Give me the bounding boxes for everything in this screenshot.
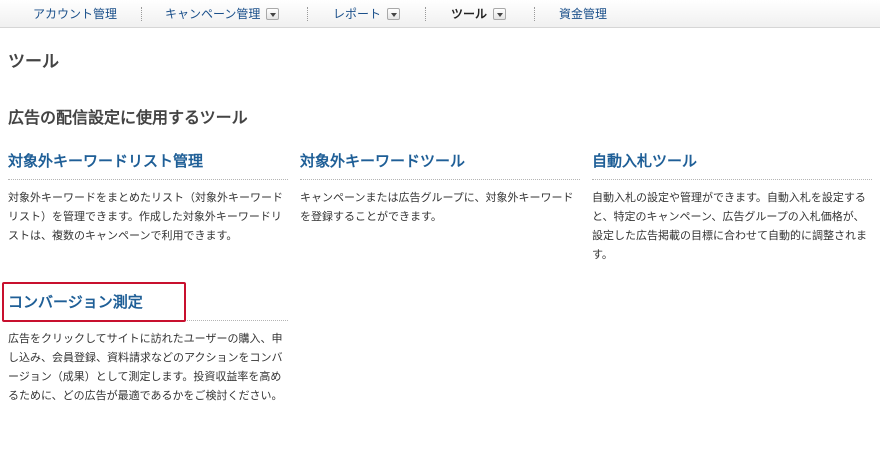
nav-tools[interactable]: ツール (451, 0, 507, 27)
nav-reports[interactable]: レポート (333, 0, 401, 27)
section-title: 広告の配信設定に使用するツール (8, 108, 248, 127)
tool-link-negative-keyword[interactable]: 対象外キーワードツール (300, 150, 580, 180)
nav-label: 資金管理 (559, 7, 608, 21)
nav-separator (141, 7, 142, 21)
nav-label: アカウント管理 (33, 7, 118, 21)
tool-link-conversion-tracking[interactable]: コンバージョン測定 (8, 291, 288, 321)
nav-label: キャンペーン管理 (165, 7, 261, 21)
nav-campaign-management[interactable]: キャンペーン管理 (165, 0, 280, 27)
tool-auto-bidding: 自動入札ツール 自動入札の設定や管理ができます。自動入札を設定すると、特定のキャ… (592, 150, 872, 264)
nav-separator (534, 7, 535, 21)
nav-separator (425, 7, 426, 21)
nav-label: レポート (333, 7, 382, 21)
tool-conversion-tracking: コンバージョン測定 広告をクリックしてサイトに訪れたユーザーの購入、申し込み、会… (8, 291, 288, 405)
tool-link-auto-bidding[interactable]: 自動入札ツール (592, 150, 872, 180)
nav-funds-management[interactable]: 資金管理 (559, 0, 607, 27)
tool-negative-keyword: 対象外キーワードツール キャンペーンまたは広告グループに、対象外キーワードを登録… (300, 150, 580, 226)
chevron-down-icon[interactable] (387, 7, 401, 20)
nav-label: ツール (451, 7, 488, 21)
tool-link-negative-keyword-list[interactable]: 対象外キーワードリスト管理 (8, 150, 288, 180)
tool-description: 広告をクリックしてサイトに訪れたユーザーの購入、申し込み、会員登録、資料請求など… (8, 332, 283, 402)
tool-description: 対象外キーワードをまとめたリスト（対象外キーワードリスト）を管理できます。作成し… (8, 191, 283, 242)
chevron-down-icon[interactable] (493, 7, 507, 20)
tool-negative-keyword-list: 対象外キーワードリスト管理 対象外キーワードをまとめたリスト（対象外キーワードリ… (8, 150, 288, 245)
top-navigation-bar: アカウント管理 キャンペーン管理 レポート ツール 資金管理 (0, 0, 880, 28)
nav-account-management[interactable]: アカウント管理 (33, 0, 117, 27)
tool-description: 自動入札の設定や管理ができます。自動入札を設定すると、特定のキャンペーン、広告グ… (592, 191, 867, 261)
tool-description: キャンペーンまたは広告グループに、対象外キーワードを登録することができます。 (300, 191, 574, 223)
nav-separator (307, 7, 308, 21)
page-title: ツール (8, 52, 59, 72)
chevron-down-icon[interactable] (266, 7, 280, 20)
